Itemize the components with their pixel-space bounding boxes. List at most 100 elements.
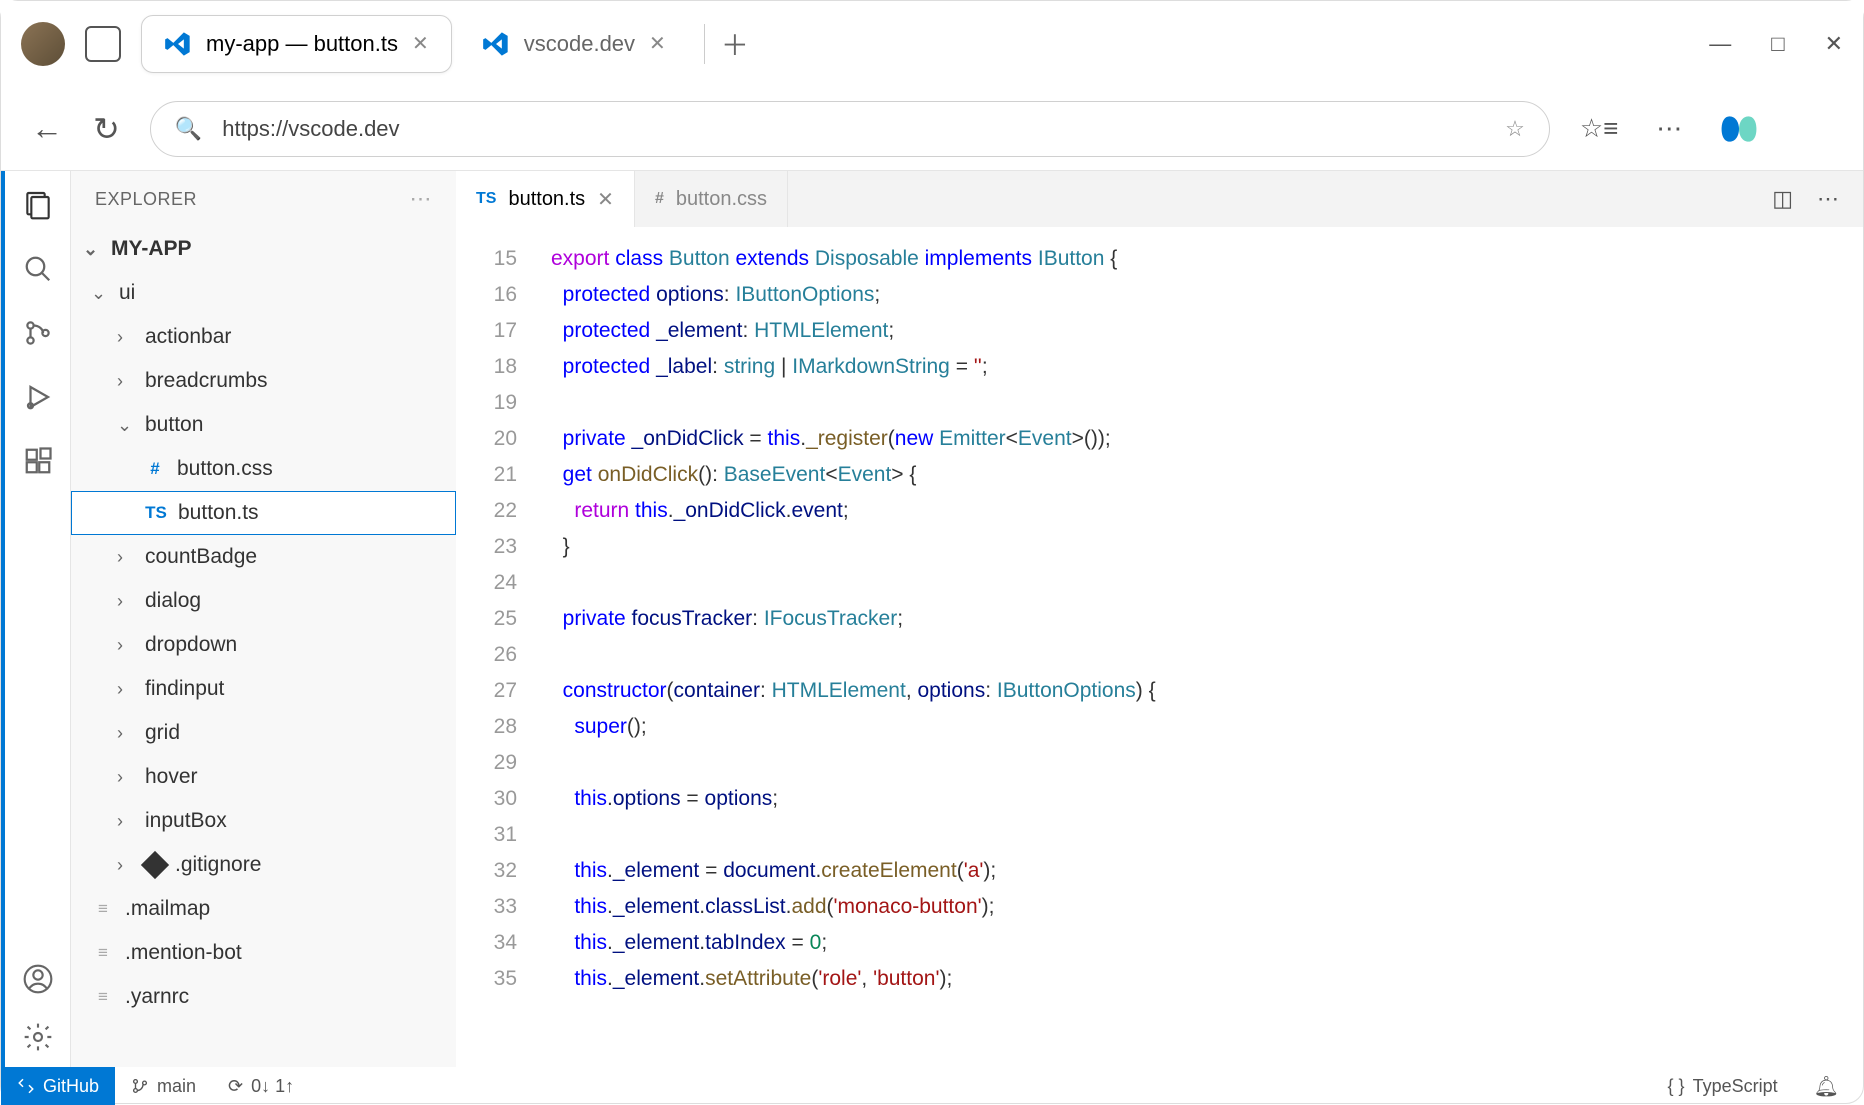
tree-item[interactable]: .gitignore [71, 843, 456, 887]
line-numbers: 1516171819202122232425262728293031323334… [456, 227, 531, 1067]
close-icon[interactable]: ✕ [412, 31, 429, 56]
tree-item[interactable]: dropdown [71, 623, 456, 667]
tree-item-label: button [145, 413, 203, 437]
tree-item-label: .mention-bot [125, 941, 242, 965]
sync-icon: ⟳ [228, 1076, 243, 1097]
tree-item[interactable]: ≡.mention-bot [71, 931, 456, 975]
language-indicator[interactable]: { } TypeScript [1652, 1076, 1794, 1097]
tree-item[interactable]: button [71, 403, 456, 447]
chevron-down-icon [91, 283, 109, 304]
tree-item[interactable]: TSbutton.ts [71, 491, 456, 535]
tree-item-label: button.css [177, 457, 273, 481]
code-line[interactable] [551, 637, 1863, 673]
tree-item-label: grid [145, 721, 180, 745]
sidebar-more-icon[interactable]: ⋯ [410, 186, 433, 212]
code-line[interactable]: this._element.classList.add('monaco-butt… [551, 889, 1863, 925]
tree-item[interactable]: countBadge [71, 535, 456, 579]
tree-item[interactable]: ≡.yarnrc [71, 975, 456, 1019]
more-icon[interactable]: ⋯ [1656, 113, 1682, 144]
code-line[interactable]: export class Button extends Disposable i… [551, 241, 1863, 277]
tree-item[interactable]: inputBox [71, 799, 456, 843]
run-debug-icon[interactable] [20, 379, 56, 415]
workspaces-icon[interactable] [85, 26, 121, 62]
code-line[interactable]: super(); [551, 709, 1863, 745]
search-icon[interactable] [20, 251, 56, 287]
extensions-icon[interactable] [20, 443, 56, 479]
profile-avatar[interactable] [21, 22, 65, 66]
ts-file-icon: TS [144, 503, 168, 523]
tree-item-label: inputBox [145, 809, 227, 833]
tree-item[interactable]: dialog [71, 579, 456, 623]
favorites-list-icon[interactable]: ☆≡ [1580, 113, 1618, 144]
code-editor[interactable]: 1516171819202122232425262728293031323334… [456, 227, 1863, 1067]
split-editor-icon[interactable]: ◫ [1772, 186, 1793, 212]
close-icon[interactable]: ✕ [597, 187, 614, 212]
code-line[interactable]: private focusTracker: IFocusTracker; [551, 601, 1863, 637]
sync-indicator[interactable]: ⟳ 0↓ 1↑ [212, 1076, 310, 1097]
editor-more-icon[interactable]: ⋯ [1817, 186, 1839, 212]
url-text: https://vscode.dev [222, 116, 399, 142]
chevron-right-icon [117, 371, 135, 392]
close-window-icon[interactable]: ✕ [1825, 31, 1843, 57]
browser-tab-active[interactable]: my-app — button.ts ✕ [141, 15, 452, 73]
tree-item[interactable]: actionbar [71, 315, 456, 359]
remote-icon [17, 1077, 35, 1095]
code-line[interactable]: private _onDidClick = this._register(new… [551, 421, 1863, 457]
tree-item[interactable]: findinput [71, 667, 456, 711]
code-line[interactable] [551, 745, 1863, 781]
vscode-icon [482, 30, 510, 58]
root-label: MY-APP [111, 237, 192, 261]
code-line[interactable]: this._element = document.createElement('… [551, 853, 1863, 889]
chevron-right-icon [117, 547, 135, 568]
settings-icon[interactable] [20, 1019, 56, 1055]
code-line[interactable]: protected _label: string | IMarkdownStri… [551, 349, 1863, 385]
code-line[interactable]: this._element.tabIndex = 0; [551, 925, 1863, 961]
address-bar[interactable]: 🔍 https://vscode.dev ☆ [150, 101, 1550, 157]
source-control-icon[interactable] [20, 315, 56, 351]
minimize-icon[interactable]: — [1709, 31, 1731, 57]
tree-item[interactable]: ≡.mailmap [71, 887, 456, 931]
close-icon[interactable]: ✕ [649, 31, 666, 56]
tree-root[interactable]: MY-APP [71, 227, 456, 271]
code-line[interactable]: } [551, 529, 1863, 565]
code-line[interactable] [551, 565, 1863, 601]
tree-item[interactable]: ui [71, 271, 456, 315]
copilot-icon[interactable] [1720, 110, 1758, 148]
chevron-right-icon [117, 855, 135, 876]
favorite-icon[interactable]: ☆ [1505, 116, 1525, 142]
account-icon[interactable] [20, 961, 56, 997]
chevron-right-icon [117, 327, 135, 348]
github-badge[interactable]: GitHub [1, 1067, 115, 1105]
branch-name: main [157, 1076, 196, 1097]
tree-item[interactable]: breadcrumbs [71, 359, 456, 403]
back-icon[interactable]: ← [31, 110, 63, 147]
bell-icon[interactable]: 🔔︎ [1814, 1074, 1839, 1099]
code-line[interactable]: protected options: IButtonOptions; [551, 277, 1863, 313]
browser-tab-inactive[interactable]: vscode.dev ✕ [460, 16, 688, 72]
tree-item[interactable]: #button.css [71, 447, 456, 491]
braces-icon: { } [1668, 1076, 1685, 1097]
code-line[interactable]: protected _element: HTMLElement; [551, 313, 1863, 349]
chevron-right-icon [117, 635, 135, 656]
code-line[interactable]: this._element.setAttribute('role', 'butt… [551, 961, 1863, 997]
code-content[interactable]: export class Button extends Disposable i… [531, 227, 1863, 1067]
css-file-icon: # [655, 190, 664, 208]
branch-indicator[interactable]: main [115, 1076, 212, 1097]
maximize-icon[interactable]: □ [1771, 31, 1784, 57]
tree-item[interactable]: grid [71, 711, 456, 755]
code-line[interactable]: get onDidClick(): BaseEvent<Event> { [551, 457, 1863, 493]
tree-item-label: breadcrumbs [145, 369, 268, 393]
code-line[interactable] [551, 385, 1863, 421]
tree-item[interactable]: hover [71, 755, 456, 799]
refresh-icon[interactable]: ↻ [93, 110, 120, 148]
explorer-icon[interactable] [20, 187, 56, 223]
github-label: GitHub [43, 1076, 99, 1097]
code-line[interactable]: constructor(container: HTMLElement, opti… [551, 673, 1863, 709]
tree-item-label: dropdown [145, 633, 237, 657]
editor-tab-active[interactable]: TS button.ts ✕ [456, 171, 635, 227]
code-line[interactable]: return this._onDidClick.event; [551, 493, 1863, 529]
editor-tab-inactive[interactable]: # button.css [635, 171, 788, 227]
new-tab-button[interactable]: ＋ [704, 24, 765, 64]
code-line[interactable]: this.options = options; [551, 781, 1863, 817]
code-line[interactable] [551, 817, 1863, 853]
